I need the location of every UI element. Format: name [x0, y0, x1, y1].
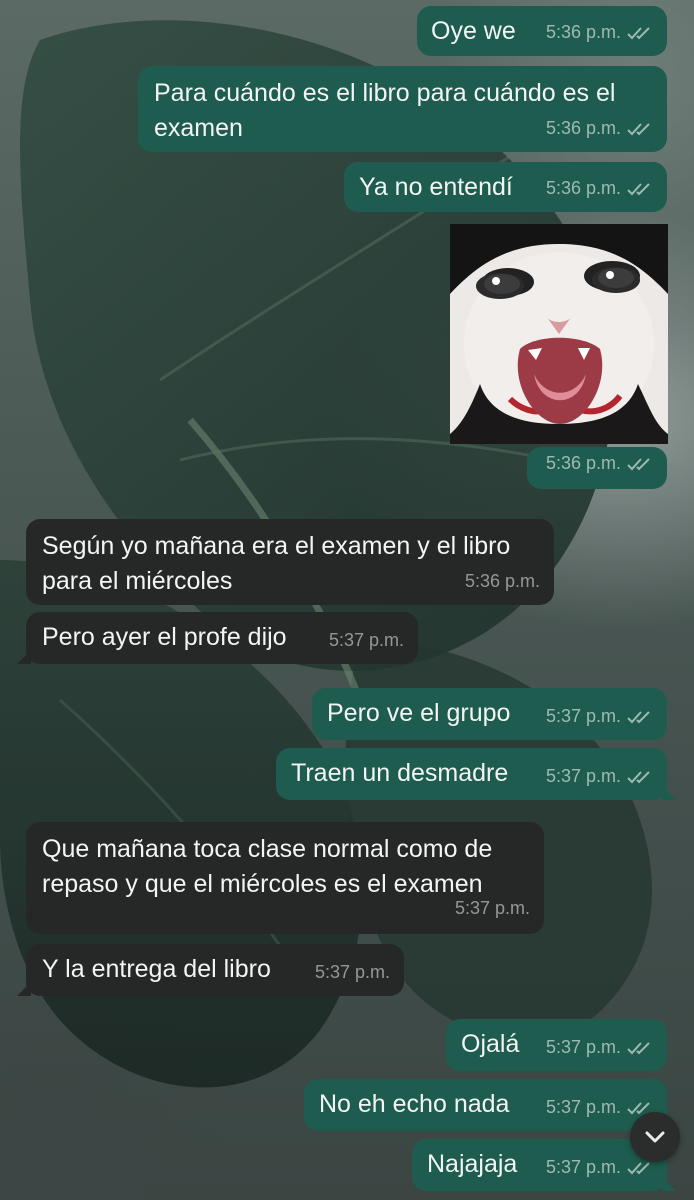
bubble-tail [662, 786, 676, 800]
message-text: Pero ayer el profe dijo [42, 623, 287, 651]
double-check-icon [627, 26, 650, 39]
scroll-to-bottom-button[interactable] [630, 1112, 680, 1162]
message-meta: 5:36 p.m. [546, 446, 653, 481]
message-incoming[interactable]: Y la entrega del libro 5:37 p.m. [17, 944, 404, 996]
double-check-icon [627, 122, 650, 135]
message-time: 5:36 p.m. [545, 453, 621, 473]
message-meta: 5:36 p.m. [546, 171, 653, 206]
message-image[interactable] [450, 224, 668, 444]
message-text: Traen un desmadre [291, 759, 509, 787]
message-time: 5:37 p.m. [545, 1037, 621, 1057]
message-meta: 5:37 p.m. [329, 623, 404, 658]
message-time: 5:36 p.m. [545, 178, 621, 198]
double-check-icon [627, 1161, 650, 1174]
double-check-icon [627, 457, 650, 470]
double-check-icon [627, 710, 650, 723]
message-time: 5:36 p.m. [545, 118, 621, 138]
message-meta: 5:37 p.m. [546, 1030, 653, 1065]
message-text: Ojalá [461, 1030, 520, 1058]
message-time: 5:37 p.m. [545, 1157, 621, 1177]
message-outgoing[interactable]: Oye we 5:36 p.m. [417, 6, 667, 56]
double-check-icon [627, 770, 650, 783]
message-time: 5:37 p.m. [545, 706, 621, 726]
message-meta: 5:37 p.m. [315, 955, 390, 990]
message-meta: 5:36 p.m. [465, 564, 540, 599]
double-check-icon [627, 1041, 650, 1054]
message-text: No eh echo nada [319, 1090, 510, 1118]
message-outgoing[interactable]: Para cuándo es el libro para cuándo es e… [138, 66, 667, 152]
message-time: 5:37 p.m. [545, 766, 621, 786]
message-time: 5:37 p.m. [454, 898, 530, 918]
message-outgoing[interactable]: Traen un desmadre 5:37 p.m. [276, 748, 676, 800]
message-time: 5:37 p.m. [314, 962, 390, 982]
message-meta: 5:36 p.m. [546, 111, 653, 146]
message-meta: 5:37 p.m. [455, 891, 530, 926]
message-incoming[interactable]: Según yo mañana era el examen y el libro… [26, 519, 554, 605]
message-image-meta: 5:36 p.m. [527, 447, 667, 489]
message-incoming[interactable]: Que mañana toca clase normal como de rep… [26, 822, 544, 934]
message-time: 5:37 p.m. [545, 1097, 621, 1117]
message-text: Según yo mañana era el examen y el libro… [42, 532, 511, 595]
double-check-icon [627, 182, 650, 195]
chevron-down-icon [645, 1131, 665, 1143]
message-outgoing[interactable]: No eh echo nada 5:37 p.m. [304, 1079, 667, 1131]
bubble-tail [17, 650, 31, 664]
message-text: Najajaja [427, 1150, 518, 1178]
message-incoming[interactable]: Pero ayer el profe dijo 5:37 p.m. [17, 612, 418, 664]
message-time: 5:36 p.m. [545, 22, 621, 42]
message-meta: 5:36 p.m. [546, 15, 653, 50]
message-outgoing[interactable]: Najajaja 5:37 p.m. [412, 1139, 676, 1191]
bubble-tail [17, 982, 31, 996]
message-text: Pero ve el grupo [327, 699, 511, 727]
message-time: 5:37 p.m. [328, 630, 404, 650]
message-text: Oye we [431, 17, 516, 45]
message-outgoing[interactable]: Ya no entendí 5:36 p.m. [344, 162, 667, 212]
message-meta: 5:37 p.m. [546, 759, 653, 794]
message-meta: 5:37 p.m. [546, 699, 653, 734]
crying-cat-image [450, 224, 668, 444]
message-text: Ya no entendí [359, 173, 513, 201]
message-outgoing[interactable]: Ojalá 5:37 p.m. [446, 1019, 667, 1071]
message-outgoing[interactable]: Pero ve el grupo 5:37 p.m. [312, 688, 667, 740]
message-text: Que mañana toca clase normal como de rep… [42, 835, 493, 898]
bubble-tail [662, 1177, 676, 1191]
message-text: Y la entrega del libro [42, 955, 271, 983]
message-time: 5:36 p.m. [464, 571, 540, 591]
